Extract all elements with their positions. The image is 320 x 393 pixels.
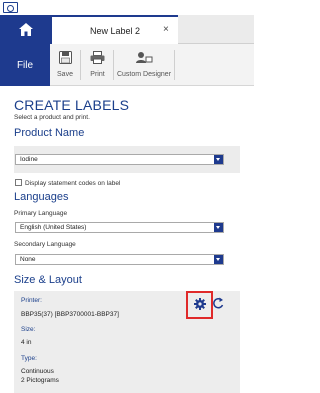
close-icon[interactable]: ×	[163, 25, 173, 35]
secondary-language-label: Secondary Language	[14, 241, 76, 248]
toolbar-divider	[113, 50, 114, 80]
title-bar	[0, 0, 254, 15]
product-name-heading: Product Name	[14, 127, 85, 139]
app-icon	[3, 2, 18, 13]
type-label: Type:	[21, 355, 37, 362]
primary-language-select[interactable]: English (United States)	[15, 222, 224, 233]
toolbar: File Save Print Custom Designer	[0, 44, 254, 86]
chevron-down-icon[interactable]	[214, 155, 223, 164]
custom-designer-button[interactable]: Custom Designer	[115, 48, 173, 84]
type-value-continuous: Continuous	[21, 368, 54, 375]
toolbar-divider	[80, 50, 81, 80]
page-title: CREATE LABELS	[14, 97, 130, 113]
tab-bar: New Label 2 ×	[0, 15, 254, 45]
primary-language-label: Primary Language	[14, 210, 68, 217]
size-value: 4 in	[21, 339, 32, 346]
chevron-down-icon[interactable]	[214, 255, 223, 264]
print-button[interactable]: Print	[85, 48, 110, 84]
size-label: Size:	[21, 326, 36, 333]
display-statement-codes-checkbox[interactable]	[15, 179, 22, 186]
languages-heading: Languages	[14, 191, 69, 203]
print-button-label: Print	[90, 71, 105, 78]
tab-new-label[interactable]: New Label 2 ×	[52, 15, 178, 45]
save-button-label: Save	[57, 71, 73, 78]
tab-label: New Label 2	[89, 26, 141, 36]
display-statement-codes-label: Display statement codes on label	[25, 180, 121, 187]
size-layout-heading: Size & Layout	[14, 274, 82, 286]
toolbar-divider	[174, 50, 175, 80]
save-button[interactable]: Save	[56, 48, 74, 84]
page-subtitle: Select a product and print.	[14, 114, 90, 121]
product-name-select[interactable]: Iodine	[15, 154, 224, 165]
primary-language-value: English (United States)	[20, 224, 87, 231]
home-tab[interactable]	[0, 15, 52, 44]
secondary-language-value: None	[20, 256, 36, 263]
home-icon	[19, 23, 33, 36]
custom-designer-icon	[136, 51, 153, 63]
custom-designer-button-label: Custom Designer	[116, 71, 172, 78]
gear-highlight-box	[186, 291, 213, 319]
printer-label: Printer:	[21, 297, 42, 304]
print-icon	[90, 50, 105, 64]
secondary-language-select[interactable]: None	[15, 254, 224, 265]
save-icon	[58, 50, 72, 64]
printer-value: BBP35(37) [BBP3700001-BBP37]	[21, 311, 119, 318]
type-value-pictograms: 2 Pictograms	[21, 377, 59, 384]
file-button[interactable]: File	[0, 44, 50, 86]
file-button-label: File	[16, 59, 34, 71]
chevron-down-icon[interactable]	[214, 223, 223, 232]
refresh-icon[interactable]	[213, 297, 224, 310]
product-name-value: Iodine	[20, 156, 38, 163]
